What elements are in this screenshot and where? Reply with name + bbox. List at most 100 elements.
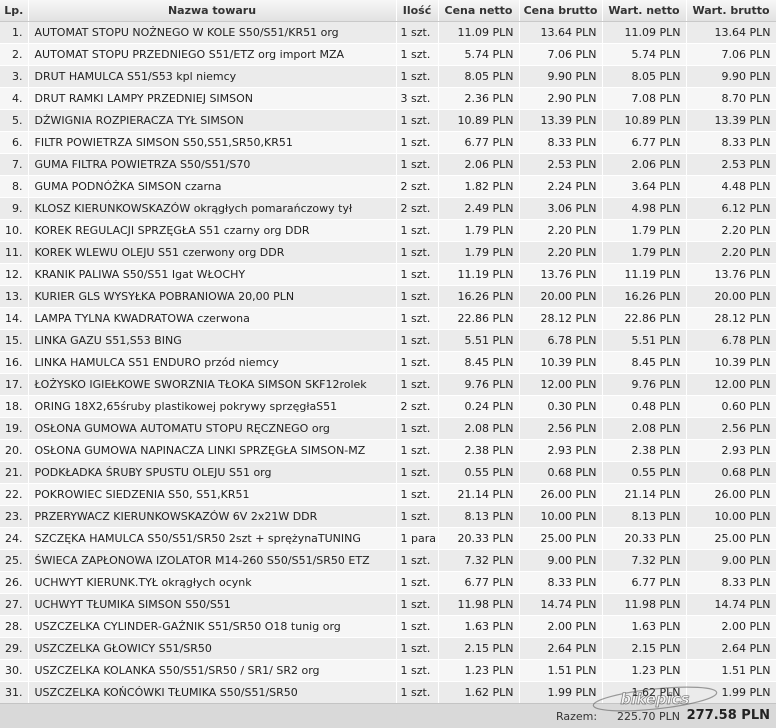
- unit-price-net-cell: 5.51 PLN: [438, 329, 520, 352]
- quantity-cell: 1 szt.: [396, 109, 439, 132]
- value-net-cell: 8.05 PLN: [602, 65, 687, 88]
- product-name-cell: ŁOŻYSKO IGIEŁKOWE SWORZNIA TŁOKA SIMSON …: [28, 373, 397, 396]
- quantity-cell: 2 szt.: [396, 175, 439, 198]
- quantity-cell: 1 szt.: [396, 417, 439, 440]
- value-net-cell: 4.98 PLN: [602, 197, 687, 220]
- value-gross-cell: 0.68 PLN: [686, 461, 776, 484]
- product-name-cell: FILTR POWIETRZA SIMSON S50,S51,SR50,KR51: [28, 131, 397, 154]
- quantity-cell: 1 szt.: [396, 593, 439, 616]
- unit-price-net-cell: 5.74 PLN: [438, 43, 520, 66]
- table-row: 4. DRUT RAMKI LAMPY PRZEDNIEJ SIMSON 3 szt…: [0, 87, 776, 110]
- unit-price-gross-cell: 3.06 PLN: [519, 197, 603, 220]
- value-gross-cell: 13.64 PLN: [686, 21, 776, 44]
- product-name-cell: KOREK WLEWU OLEJU S51 czerwony org DDR: [28, 241, 397, 264]
- table-row: 22. POKROWIEC SIEDZENIA S50, S51,KR51 1 sz…: [0, 483, 776, 506]
- unit-price-gross-cell: 8.33 PLN: [519, 571, 603, 594]
- value-gross-cell: 6.12 PLN: [686, 197, 776, 220]
- row-number-cell: 2.: [0, 43, 29, 66]
- row-number-cell: 23.: [0, 505, 29, 528]
- total-net: 225.70 PLN: [617, 710, 680, 723]
- product-name-cell: KRANIK PALIWA S50/S51 Igat WŁOCHY: [28, 263, 397, 286]
- row-number-cell: 11.: [0, 241, 29, 264]
- value-gross-cell: 0.60 PLN: [686, 395, 776, 418]
- unit-price-gross-cell: 28.12 PLN: [519, 307, 603, 330]
- row-number-cell: 21.: [0, 461, 29, 484]
- value-net-cell: 2.06 PLN: [602, 153, 687, 176]
- value-gross-cell: 2.56 PLN: [686, 417, 776, 440]
- value-net-cell: 11.09 PLN: [602, 21, 687, 44]
- unit-price-gross-cell: 25.00 PLN: [519, 527, 603, 550]
- table-row: 2. AUTOMAT STOPU PRZEDNIEGO S51/ETZ org i…: [0, 43, 776, 66]
- value-net-cell: 2.15 PLN: [602, 637, 687, 660]
- table-row: 15. LINKA GAZU S51,S53 BING 1 szt. 5.51 PLN…: [0, 329, 776, 352]
- quantity-cell: 1 szt.: [396, 351, 439, 374]
- table-row: 18. ORING 18X2,65śruby plastikowej pokryw…: [0, 395, 776, 418]
- table-row: 7. GUMA FILTRA POWIETRZA S50/S51/S70 1 szt…: [0, 153, 776, 176]
- row-number-cell: 5.: [0, 109, 29, 132]
- total-gross: 277.58 PLN: [686, 708, 770, 723]
- quantity-cell: 1 szt.: [396, 285, 439, 308]
- table-row: 28. USZCZELKA CYLINDER-GAŹNIK S51/SR50 O1…: [0, 615, 776, 638]
- product-name-cell: UCHWYT TŁUMIKA SIMSON S50/S51: [28, 593, 397, 616]
- value-gross-cell: 28.12 PLN: [686, 307, 776, 330]
- product-name-cell: USZCZELKA CYLINDER-GAŹNIK S51/SR50 O18 t…: [28, 615, 397, 638]
- value-gross-cell: 10.00 PLN: [686, 505, 776, 528]
- row-number-cell: 25.: [0, 549, 29, 572]
- unit-price-gross-cell: 6.78 PLN: [519, 329, 603, 352]
- unit-price-net-cell: 9.76 PLN: [438, 373, 520, 396]
- unit-price-gross-cell: 2.56 PLN: [519, 417, 603, 440]
- product-name-cell: ŚWIECA ZAPŁONOWA IZOLATOR M14-260 S50/S5…: [28, 549, 397, 572]
- value-net-cell: 3.64 PLN: [602, 175, 687, 198]
- product-name-cell: SZCZĘKA HAMULCA S50/S51/SR50 2szt + sprę…: [28, 527, 397, 550]
- quantity-cell: 1 szt.: [396, 373, 439, 396]
- quantity-cell: 1 szt.: [396, 439, 439, 462]
- row-number-cell: 24.: [0, 527, 29, 550]
- value-net-cell: 1.79 PLN: [602, 219, 687, 242]
- value-net-cell: 7.08 PLN: [602, 87, 687, 110]
- product-name-cell: LAMPA TYLNA KWADRATOWA czerwona: [28, 307, 397, 330]
- value-net-cell: 1.79 PLN: [602, 241, 687, 264]
- unit-price-gross-cell: 2.20 PLN: [519, 241, 603, 264]
- unit-price-gross-cell: 2.53 PLN: [519, 153, 603, 176]
- value-gross-cell: 13.39 PLN: [686, 109, 776, 132]
- unit-price-net-cell: 22.86 PLN: [438, 307, 520, 330]
- product-name-cell: KLOSZ KIERUNKOWSKAZÓW okrągłych pomarańc…: [28, 197, 397, 220]
- unit-price-gross-cell: 2.24 PLN: [519, 175, 603, 198]
- table-row: 14. LAMPA TYLNA KWADRATOWA czerwona 1 szt.…: [0, 307, 776, 330]
- value-gross-cell: 10.39 PLN: [686, 351, 776, 374]
- value-net-cell: 6.77 PLN: [602, 571, 687, 594]
- header-value-net: Wart. netto: [602, 0, 687, 22]
- unit-price-gross-cell: 8.33 PLN: [519, 131, 603, 154]
- unit-price-net-cell: 1.63 PLN: [438, 615, 520, 638]
- row-number-cell: 30.: [0, 659, 29, 682]
- order-items-table: Lp. Nazwa towaru Ilość Cena netto Cena b…: [0, 0, 776, 704]
- unit-price-net-cell: 7.32 PLN: [438, 549, 520, 572]
- row-number-cell: 16.: [0, 351, 29, 374]
- table-row: 17. ŁOŻYSKO IGIEŁKOWE SWORZNIA TŁOKA SIMS…: [0, 373, 776, 396]
- value-gross-cell: 14.74 PLN: [686, 593, 776, 616]
- row-number-cell: 19.: [0, 417, 29, 440]
- quantity-cell: 1 szt.: [396, 549, 439, 572]
- table-row: 6. FILTR POWIETRZA SIMSON S50,S51,SR50,KR…: [0, 131, 776, 154]
- quantity-cell: 1 szt.: [396, 615, 439, 638]
- value-net-cell: 0.48 PLN: [602, 395, 687, 418]
- value-gross-cell: 6.78 PLN: [686, 329, 776, 352]
- table-row: 12. KRANIK PALIWA S50/S51 Igat WŁOCHY 1 sz…: [0, 263, 776, 286]
- unit-price-net-cell: 8.05 PLN: [438, 65, 520, 88]
- quantity-cell: 1 szt.: [396, 461, 439, 484]
- product-name-cell: OSŁONA GUMOWA NAPINACZA LINKI SPRZĘGŁA S…: [28, 439, 397, 462]
- unit-price-gross-cell: 2.93 PLN: [519, 439, 603, 462]
- row-number-cell: 7.: [0, 153, 29, 176]
- unit-price-gross-cell: 2.20 PLN: [519, 219, 603, 242]
- row-number-cell: 9.: [0, 197, 29, 220]
- value-net-cell: 11.98 PLN: [602, 593, 687, 616]
- value-gross-cell: 1.99 PLN: [686, 681, 776, 704]
- quantity-cell: 1 para: [396, 527, 439, 550]
- value-gross-cell: 2.00 PLN: [686, 615, 776, 638]
- value-net-cell: 2.08 PLN: [602, 417, 687, 440]
- value-gross-cell: 8.70 PLN: [686, 87, 776, 110]
- product-name-cell: USZCZELKA KOŃCÓWKI TŁUMIKA S50/S51/SR50: [28, 681, 397, 704]
- value-net-cell: 1.62 PLN: [602, 681, 687, 704]
- value-gross-cell: 12.00 PLN: [686, 373, 776, 396]
- value-gross-cell: 26.00 PLN: [686, 483, 776, 506]
